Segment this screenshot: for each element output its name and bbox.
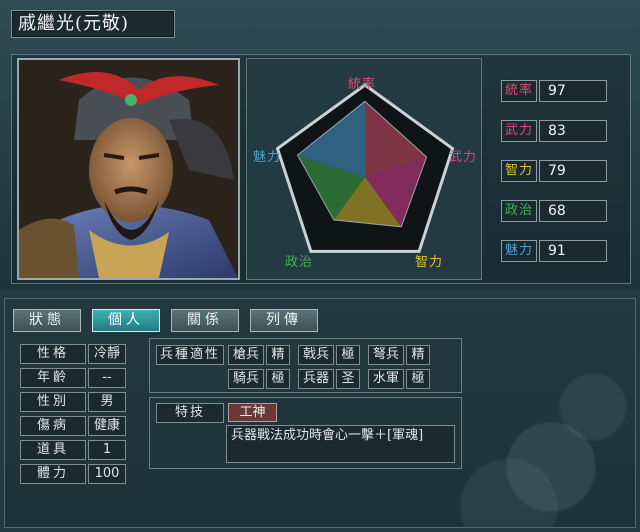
info-label: 體力	[20, 464, 86, 484]
info-row-gender: 性別 男	[20, 392, 126, 412]
stat-row-intelligence: 智力 79	[501, 160, 607, 182]
info-row-age: 年齡 --	[20, 368, 126, 388]
stat-row-politics: 政治 68	[501, 200, 607, 222]
stat-value: 91	[539, 240, 607, 262]
aptitude-grade-spear: 精	[266, 345, 290, 365]
info-value: --	[88, 368, 126, 388]
stat-radar-panel: 統率 武力 智力 政治 魅力	[246, 58, 482, 280]
stat-row-strength: 武力 83	[501, 120, 607, 142]
info-label: 道具	[20, 440, 86, 460]
info-label: 性格	[20, 344, 86, 364]
aptitude-title: 兵種適性	[156, 345, 224, 365]
stat-row-charisma: 魅力 91	[501, 240, 607, 262]
aptitude-unit-navy: 水軍	[368, 369, 404, 389]
radar-label-politics: 政治	[285, 255, 314, 270]
aptitude-grade-siege: 圣	[336, 369, 360, 389]
aptitude-unit-crossbow: 弩兵	[368, 345, 404, 365]
aptitude-grade-navy: 極	[406, 369, 430, 389]
info-label: 年齡	[20, 368, 86, 388]
radar-chart	[275, 83, 455, 253]
aptitude-grade-crossbow: 精	[406, 345, 430, 365]
info-value: 1	[88, 440, 126, 460]
radar-label-command: 統率	[348, 77, 377, 92]
info-row-items: 道具 1	[20, 440, 126, 460]
info-value: 冷靜	[88, 344, 126, 364]
stat-label: 政治	[501, 200, 537, 222]
aptitude-unit-halberd: 戟兵	[298, 345, 334, 365]
aptitude-grade-cavalry: 極	[266, 369, 290, 389]
info-value: 男	[88, 392, 126, 412]
stat-label: 智力	[501, 160, 537, 182]
info-value: 健康	[88, 416, 126, 436]
info-value: 100	[88, 464, 126, 484]
general-portrait	[17, 58, 240, 280]
tab-relations[interactable]: 關係	[171, 309, 239, 332]
info-row-stamina: 體力 100	[20, 464, 126, 484]
stat-value: 97	[539, 80, 607, 102]
tab-status[interactable]: 狀態	[13, 309, 81, 332]
stat-label: 魅力	[501, 240, 537, 262]
aptitude-unit-siege: 兵器	[298, 369, 334, 389]
stat-value: 79	[539, 160, 607, 182]
stat-row-command: 統率 97	[501, 80, 607, 102]
info-row-injury: 傷病 健康	[20, 416, 126, 436]
aptitude-unit-cavalry: 騎兵	[228, 369, 264, 389]
radar-label-strength: 武力	[449, 150, 478, 165]
skill-description: 兵器戰法成功時會心一擊＋[軍魂]	[226, 425, 455, 463]
stat-value: 68	[539, 200, 607, 222]
stat-value: 83	[539, 120, 607, 142]
info-row-personality: 性格 冷靜	[20, 344, 126, 364]
radar-label-charisma: 魅力	[253, 150, 282, 165]
info-label: 性別	[20, 392, 86, 412]
tab-personal[interactable]: 個人	[92, 309, 160, 332]
info-label: 傷病	[20, 416, 86, 436]
radar-label-intelligence: 智力	[415, 255, 444, 270]
tab-biography[interactable]: 列傳	[250, 309, 318, 332]
stats-panel: 統率 97 武力 83 智力 79 政治 68 魅力 91	[486, 58, 626, 280]
skill-name[interactable]: 工神	[228, 403, 277, 422]
portrait-art	[19, 60, 238, 278]
aptitude-unit-spear: 槍兵	[228, 345, 264, 365]
skill-title: 特技	[156, 403, 224, 423]
stat-label: 統率	[501, 80, 537, 102]
aptitude-grade-halberd: 極	[336, 345, 360, 365]
general-name: 戚繼光(元敬)	[11, 10, 175, 38]
stat-label: 武力	[501, 120, 537, 142]
